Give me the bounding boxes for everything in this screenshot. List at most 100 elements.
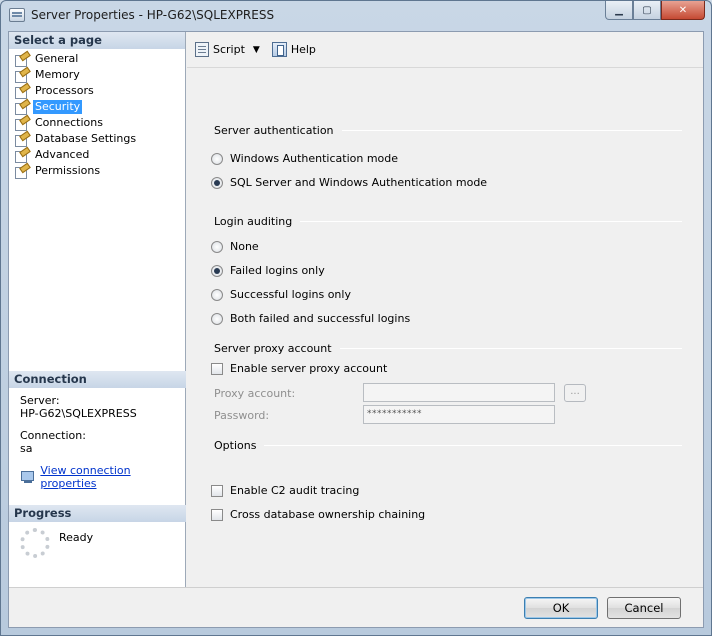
radio-button[interactable] xyxy=(211,176,223,189)
proxy-account-label: Proxy account: xyxy=(214,387,296,400)
dialog-client: Select a page General Memory Processors … xyxy=(8,31,704,628)
radio-button[interactable] xyxy=(211,312,223,325)
cancel-button[interactable]: Cancel xyxy=(607,597,681,619)
ownership-chaining-label: Cross database ownership chaining xyxy=(230,508,426,521)
help-icon xyxy=(271,42,287,57)
connection-section: Connection Server: HP-G62\SQLEXPRESS Con… xyxy=(9,371,186,496)
server-authentication-heading: Server authentication xyxy=(214,124,334,137)
audit-successful-radio[interactable]: Successful logins only xyxy=(211,288,351,301)
audit-none-radio[interactable]: None xyxy=(211,240,259,253)
window-title: Server Properties - HP-G62\SQLEXPRESS xyxy=(31,8,275,22)
page-icon xyxy=(14,149,29,163)
checkbox[interactable] xyxy=(211,484,223,497)
progress-header: Progress xyxy=(9,505,186,522)
security-page: Server authentication Windows Authentica… xyxy=(187,69,703,587)
toolbar: Script ▼ Help xyxy=(187,32,703,68)
radio-button[interactable] xyxy=(211,152,223,165)
page-item-security[interactable]: Security xyxy=(14,99,185,115)
page-label: General xyxy=(35,52,79,65)
proxy-browse-button[interactable]: ... xyxy=(564,384,586,402)
page-item-general[interactable]: General xyxy=(14,51,185,67)
page-label: Processors xyxy=(35,84,94,97)
script-label: Script xyxy=(213,43,245,56)
proxy-password-label: Password: xyxy=(214,409,270,422)
chevron-down-icon[interactable]: ▼ xyxy=(253,45,260,55)
page-item-advanced[interactable]: Advanced xyxy=(14,147,185,163)
radio-button[interactable] xyxy=(211,264,223,277)
audit-failed-label: Failed logins only xyxy=(230,264,325,277)
help-label: Help xyxy=(290,43,316,56)
page-label: Connections xyxy=(35,116,103,129)
page-label: Security xyxy=(33,100,83,114)
options-heading: Options xyxy=(214,439,257,452)
login-auditing-heading: Login auditing xyxy=(214,215,293,228)
progress-spinner-icon xyxy=(20,528,50,558)
server-value: HP-G62\SQLEXPRESS xyxy=(20,407,137,420)
left-pane: Select a page General Memory Processors … xyxy=(9,32,186,587)
view-connection-properties-link[interactable]: View connection properties xyxy=(40,464,175,490)
connection-label: Connection: xyxy=(20,429,86,442)
page-item-memory[interactable]: Memory xyxy=(14,67,185,83)
server-proxy-heading: Server proxy account xyxy=(214,342,332,355)
page-item-permissions[interactable]: Permissions xyxy=(14,163,185,179)
script-icon xyxy=(195,42,209,57)
connection-header: Connection xyxy=(9,371,186,388)
maximize-button[interactable]: ▢ xyxy=(633,1,661,20)
radio-button[interactable] xyxy=(211,240,223,253)
window-icon xyxy=(9,8,25,22)
checkbox[interactable] xyxy=(211,508,223,521)
page-icon xyxy=(14,117,29,131)
audit-both-label: Both failed and successful logins xyxy=(230,312,411,325)
options-group: Options xyxy=(214,439,682,452)
enable-proxy-label: Enable server proxy account xyxy=(230,362,388,375)
minimize-button[interactable]: ▁ xyxy=(605,1,633,20)
windows-auth-label: Windows Authentication mode xyxy=(230,152,399,165)
page-item-processors[interactable]: Processors xyxy=(14,83,185,99)
audit-none-label: None xyxy=(230,240,259,253)
server-label: Server: xyxy=(20,394,60,407)
audit-successful-label: Successful logins only xyxy=(230,288,351,301)
c2-audit-checkbox[interactable]: Enable C2 audit tracing xyxy=(211,484,359,497)
script-button[interactable]: Script ▼ xyxy=(195,42,260,57)
audit-failed-radio[interactable]: Failed logins only xyxy=(211,264,325,277)
progress-status: Ready xyxy=(59,531,94,544)
caption-buttons: ▁ ▢ ✕ xyxy=(605,1,705,20)
ok-button[interactable]: OK xyxy=(524,597,598,619)
page-label: Advanced xyxy=(35,148,90,161)
ownership-chaining-checkbox[interactable]: Cross database ownership chaining xyxy=(211,508,425,521)
page-label: Permissions xyxy=(35,164,101,177)
page-icon xyxy=(14,165,29,179)
proxy-password-input[interactable]: *********** xyxy=(363,405,555,424)
radio-button[interactable] xyxy=(211,288,223,301)
dialog-button-bar: OK Cancel xyxy=(9,587,703,627)
windows-auth-radio[interactable]: Windows Authentication mode xyxy=(211,152,398,165)
page-label: Database Settings xyxy=(35,132,137,145)
page-icon xyxy=(14,101,29,115)
page-list: General Memory Processors Security Conne… xyxy=(9,49,185,179)
page-item-database-settings[interactable]: Database Settings xyxy=(14,131,185,147)
checkbox[interactable] xyxy=(211,362,223,375)
page-icon xyxy=(14,133,29,147)
enable-proxy-checkbox[interactable]: Enable server proxy account xyxy=(211,362,387,375)
connection-value: sa xyxy=(20,442,33,455)
audit-both-radio[interactable]: Both failed and successful logins xyxy=(211,312,410,325)
c2-audit-label: Enable C2 audit tracing xyxy=(230,484,360,497)
page-label: Memory xyxy=(35,68,80,81)
page-icon xyxy=(14,85,29,99)
server-properties-window: Server Properties - HP-G62\SQLEXPRESS ▁ … xyxy=(0,0,712,636)
connection-properties-icon xyxy=(20,470,35,484)
page-icon xyxy=(14,69,29,83)
login-auditing-group: Login auditing xyxy=(214,215,682,228)
proxy-account-input[interactable] xyxy=(363,383,555,402)
server-proxy-group: Server proxy account xyxy=(214,342,682,355)
progress-section: Progress Ready xyxy=(9,505,186,564)
server-authentication-group: Server authentication xyxy=(214,124,682,137)
select-page-header: Select a page xyxy=(9,32,185,49)
mixed-auth-radio[interactable]: SQL Server and Windows Authentication mo… xyxy=(211,176,487,189)
help-button[interactable]: Help xyxy=(271,42,316,57)
title-bar[interactable]: Server Properties - HP-G62\SQLEXPRESS ▁ … xyxy=(1,1,711,31)
page-icon xyxy=(14,53,29,67)
mixed-auth-label: SQL Server and Windows Authentication mo… xyxy=(230,176,488,189)
close-button[interactable]: ✕ xyxy=(661,1,705,20)
page-item-connections[interactable]: Connections xyxy=(14,115,185,131)
